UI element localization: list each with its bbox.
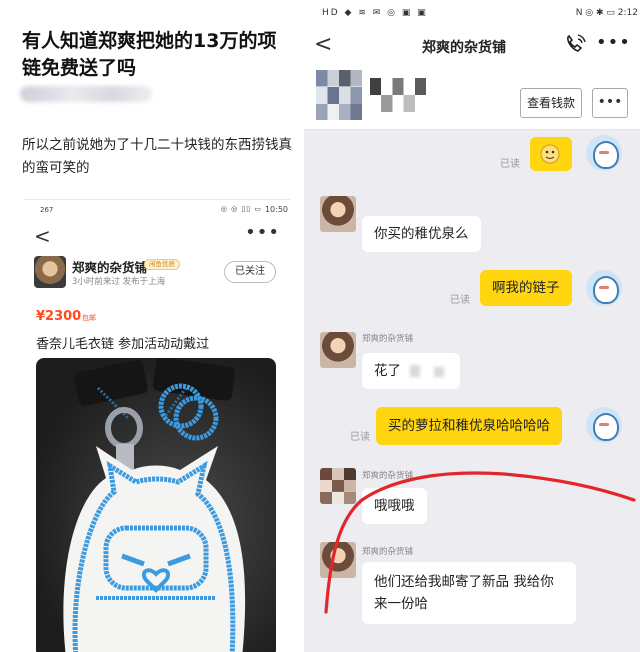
follow-button[interactable]: 已关注 <box>224 261 276 283</box>
back-icon[interactable]: < <box>34 224 51 248</box>
free-shipping-tag: 包邮 <box>82 314 96 322</box>
post-body: 所以之前说她为了十几二十块钱的东西捞钱真的蛮可笑的 <box>22 137 292 176</box>
item-price: ¥2300 <box>36 309 82 324</box>
inner-status-bar: 267 ◎ ◎ ▯▯ ▭ 10:50 <box>24 200 290 220</box>
shop-subtitle: 3小时前来过 发布于上海 <box>72 277 166 287</box>
embedded-listing-screenshot: 267 ◎ ◎ ▯▯ ▭ 10:50 < ••• 郑爽的杂货铺 闲鱼优质 3小时… <box>24 199 290 652</box>
left-post-panel: 有人知道郑爽把她的13万的项链免费送了吗 所以之前说她为了十几二十块钱的东西捞钱… <box>0 0 304 652</box>
shop-badge: 闲鱼优质 <box>144 259 180 270</box>
shop-name[interactable]: 郑爽的杂货铺 <box>72 257 147 276</box>
right-chat-panel: HD ◆ ≋ ✉ ◎ ▣ ▣ N ◎ ✱ ▭ 2:12 < 郑爽的杂货铺 •••… <box>304 0 640 652</box>
red-annotation-stroke <box>324 471 636 614</box>
inner-signal: 267 <box>40 206 54 214</box>
more-icon[interactable]: ••• <box>245 222 280 243</box>
inner-status-icons: ◎ ◎ ▯▯ ▭ <box>220 205 262 213</box>
item-title: 香奈儿毛衣链 参加活动动戴过 <box>36 337 210 352</box>
shop-avatar[interactable] <box>34 256 66 288</box>
necklace-illustration <box>63 358 246 652</box>
post-headline[interactable]: 有人知道郑爽把她的13万的项链免费送了吗 <box>22 28 292 82</box>
blurred-author-info <box>20 86 152 102</box>
necklace-photo[interactable] <box>36 358 276 652</box>
inner-clock: 10:50 <box>264 205 288 214</box>
